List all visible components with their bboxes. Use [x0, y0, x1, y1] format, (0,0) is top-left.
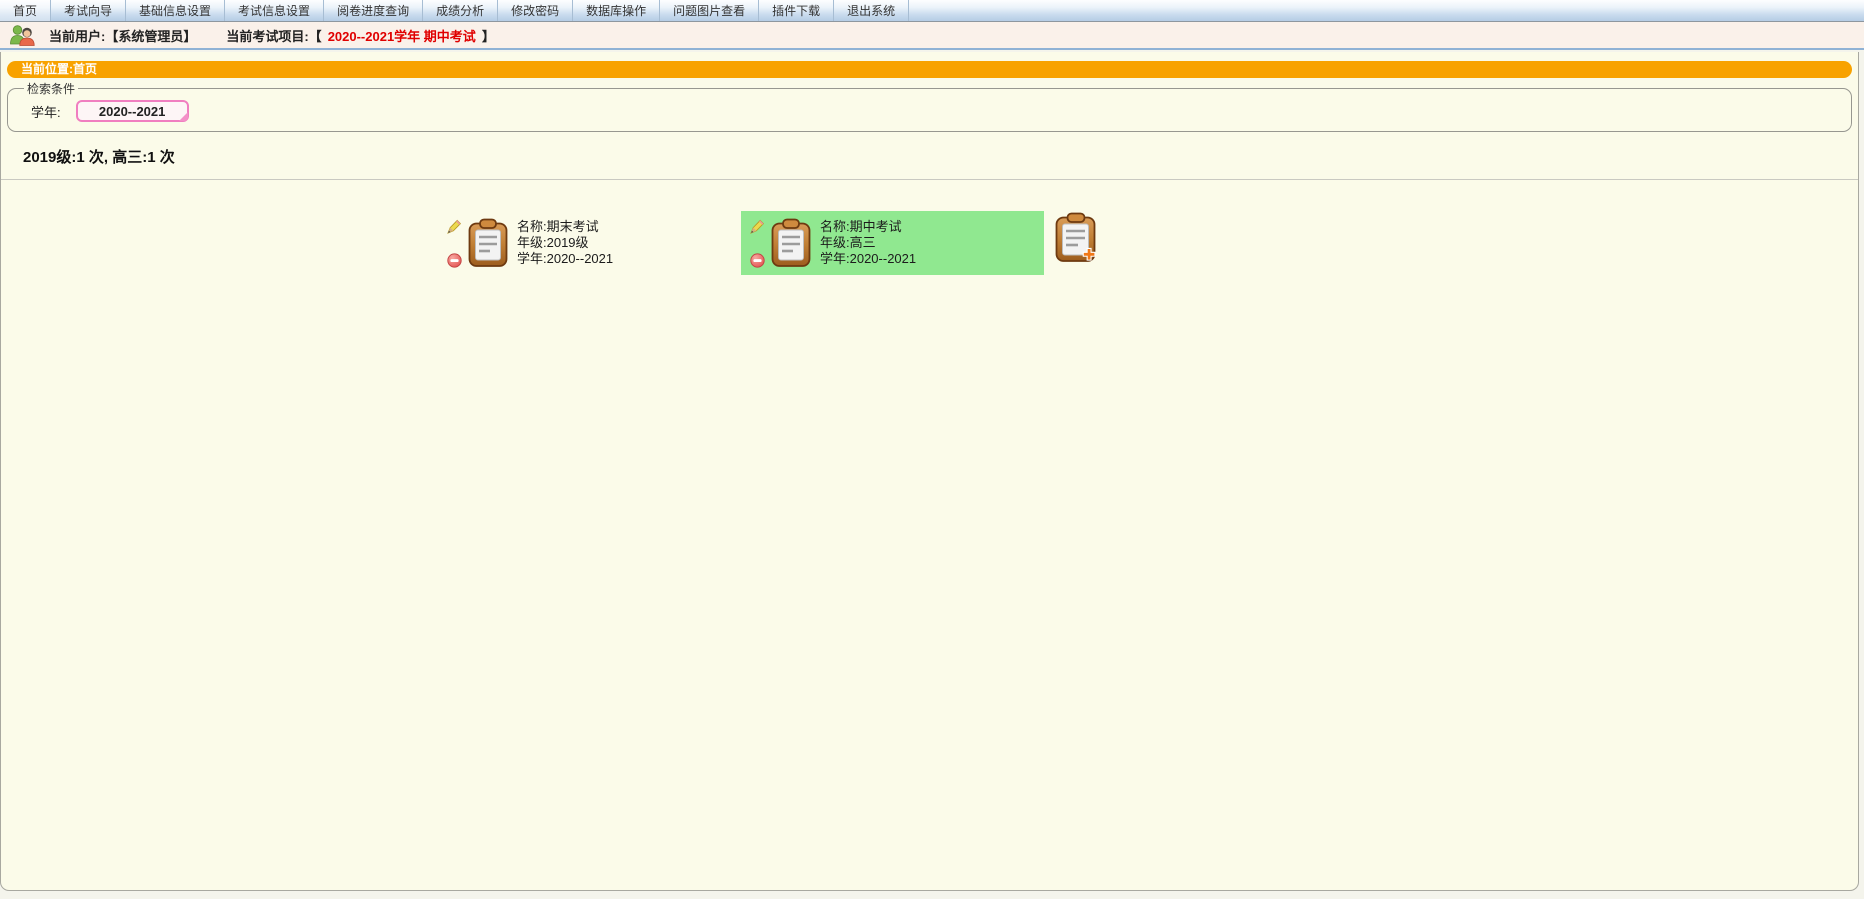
- menu-item-plugin-download[interactable]: 插件下载: [759, 0, 834, 21]
- menu-item-problem-image-view[interactable]: 问题图片查看: [660, 0, 759, 21]
- current-project-label: 当前考试项目:【: [226, 26, 321, 45]
- exam-card-actions: [748, 218, 766, 268]
- breadcrumb-location-bar: 当前位置:首页: [7, 61, 1852, 78]
- exam-name-line: 名称:期中考试: [820, 219, 916, 235]
- top-menu-bar: 首页 考试向导 基础信息设置 考试信息设置 阅卷进度查询 成绩分析 修改密码 数…: [0, 0, 1864, 22]
- menu-item-home[interactable]: 首页: [0, 0, 51, 21]
- menu-item-change-password[interactable]: 修改密码: [498, 0, 573, 21]
- delete-minus-icon[interactable]: [750, 253, 765, 268]
- exam-year-line: 学年:2020--2021: [517, 251, 613, 267]
- edit-pencil-icon[interactable]: [446, 218, 463, 235]
- user-info-bar: 当前用户:【系统管理员】 当前考试项目:【 2020--2021学年 期中考试 …: [0, 22, 1864, 50]
- chevron-down-icon: [179, 112, 188, 121]
- section-divider: [1, 179, 1858, 180]
- search-criteria-fieldset: 检索条件 学年: 2020--2021: [7, 80, 1852, 132]
- school-year-select[interactable]: 2020--2021: [76, 100, 189, 122]
- add-exam-clipboard-icon[interactable]: [1054, 211, 1098, 263]
- exam-card-actions: [445, 218, 463, 268]
- delete-minus-icon[interactable]: [447, 253, 462, 268]
- exam-count-summary: 2019级:1 次, 高三:1 次: [23, 146, 1858, 167]
- menu-item-basic-info-settings[interactable]: 基础信息设置: [126, 0, 225, 21]
- exam-name-line: 名称:期末考试: [517, 219, 613, 235]
- menu-item-database-operations[interactable]: 数据库操作: [573, 0, 660, 21]
- exam-card[interactable]: 名称:期末考试 年级:2019级 学年:2020--2021: [438, 211, 741, 275]
- user-pair-icon: [9, 24, 36, 46]
- current-user-label: 当前用户:【系统管理员】: [49, 26, 196, 45]
- menu-item-score-analysis[interactable]: 成绩分析: [423, 0, 498, 21]
- school-year-selected-value: 2020--2021: [99, 104, 166, 119]
- menu-item-marking-progress-query[interactable]: 阅卷进度查询: [324, 0, 423, 21]
- exam-grade-line: 年级:2019级: [517, 235, 613, 251]
- main-content-panel: 当前位置:首页 检索条件 学年: 2020--2021 2019级:1 次, 高…: [0, 52, 1859, 891]
- search-row: 学年: 2020--2021: [31, 100, 1841, 122]
- clipboard-icon[interactable]: [771, 218, 811, 268]
- exam-cards-row: 名称:期末考试 年级:2019级 学年:2020--2021: [438, 211, 1858, 275]
- current-project-suffix: 】: [482, 26, 495, 45]
- exam-year-line: 学年:2020--2021: [820, 251, 916, 267]
- edit-pencil-icon[interactable]: [749, 218, 766, 235]
- exam-card-text: 名称:期末考试 年级:2019级 学年:2020--2021: [517, 219, 613, 267]
- search-criteria-legend: 检索条件: [24, 80, 78, 97]
- menu-item-exam-wizard[interactable]: 考试向导: [51, 0, 126, 21]
- school-year-label: 学年:: [31, 102, 61, 121]
- clipboard-icon[interactable]: [468, 218, 508, 268]
- exam-card-highlighted[interactable]: 名称:期中考试 年级:高三 学年:2020--2021: [741, 211, 1044, 275]
- menu-item-logout[interactable]: 退出系统: [834, 0, 909, 21]
- menu-item-exam-info-settings[interactable]: 考试信息设置: [225, 0, 324, 21]
- exam-grade-line: 年级:高三: [820, 235, 916, 251]
- current-project-value: 2020--2021学年 期中考试: [328, 26, 476, 45]
- exam-card-text: 名称:期中考试 年级:高三 学年:2020--2021: [820, 219, 916, 267]
